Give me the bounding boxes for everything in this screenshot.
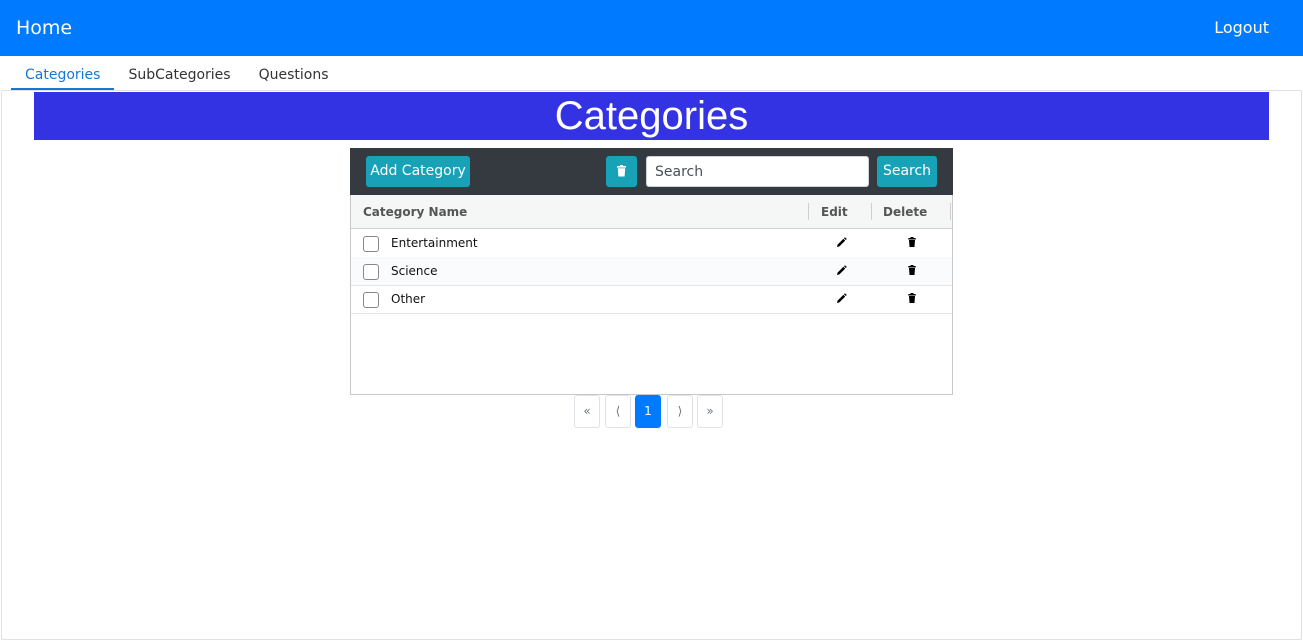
search-button[interactable]: Search xyxy=(877,156,937,187)
table-row[interactable]: Other xyxy=(351,285,952,314)
table-row[interactable]: Entertainment xyxy=(351,229,952,258)
trash-icon xyxy=(617,165,626,177)
delete-selected-button[interactable] xyxy=(606,156,637,187)
column-divider[interactable] xyxy=(950,203,951,220)
tab-bar: Categories SubCategories Questions xyxy=(11,60,343,90)
grid-toolbar: Add Category Search xyxy=(350,148,953,195)
row-checkbox[interactable] xyxy=(363,236,379,252)
pencil-icon[interactable] xyxy=(831,262,851,280)
column-divider[interactable] xyxy=(871,203,872,220)
page-button-current[interactable]: 1 xyxy=(635,395,661,428)
trash-icon[interactable] xyxy=(902,234,922,252)
prev-page-button[interactable]: ⟨ xyxy=(605,395,631,428)
categories-grid: Category Name Edit Delete Entertainment … xyxy=(350,195,953,395)
last-page-button[interactable]: » xyxy=(697,395,723,428)
category-name: Entertainment xyxy=(391,236,478,250)
logout-link[interactable]: Logout xyxy=(1214,17,1269,39)
table-row[interactable]: Science xyxy=(351,257,952,286)
page-title: Categories xyxy=(34,92,1269,140)
pencil-icon[interactable] xyxy=(831,290,851,308)
home-link[interactable]: Home xyxy=(16,15,72,41)
next-page-button[interactable]: ⟩ xyxy=(667,395,693,428)
category-name: Other xyxy=(391,292,426,306)
search-input[interactable] xyxy=(646,156,869,187)
first-page-button[interactable]: « xyxy=(574,395,600,428)
grid-header: Category Name Edit Delete xyxy=(351,195,952,229)
tab-categories[interactable]: Categories xyxy=(11,60,115,90)
trash-icon[interactable] xyxy=(902,262,922,280)
tab-questions[interactable]: Questions xyxy=(245,60,343,90)
column-divider[interactable] xyxy=(808,203,809,220)
column-header-edit: Edit xyxy=(821,205,848,219)
add-category-button[interactable]: Add Category xyxy=(366,156,470,187)
category-name: Science xyxy=(391,264,438,278)
column-header-category-name[interactable]: Category Name xyxy=(363,205,467,219)
trash-icon[interactable] xyxy=(902,290,922,308)
column-header-delete: Delete xyxy=(883,205,928,219)
row-checkbox[interactable] xyxy=(363,292,379,308)
tab-subcategories[interactable]: SubCategories xyxy=(114,60,244,90)
row-checkbox[interactable] xyxy=(363,264,379,280)
top-navbar: Home Logout xyxy=(0,0,1303,56)
pencil-icon[interactable] xyxy=(831,234,851,252)
